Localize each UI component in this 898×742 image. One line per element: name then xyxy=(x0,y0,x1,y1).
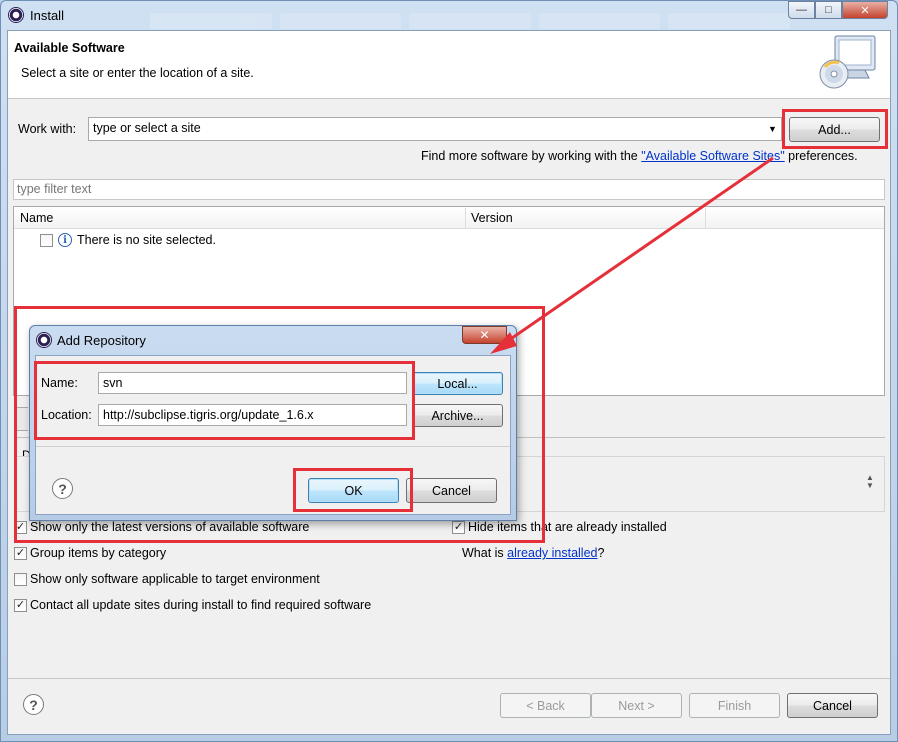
cancel-button[interactable]: Cancel xyxy=(787,693,878,718)
minimize-button[interactable]: — xyxy=(788,1,815,19)
header-banner xyxy=(8,31,890,99)
annotation-box-fields xyxy=(34,361,415,440)
maximize-button[interactable]: □ xyxy=(815,1,842,19)
column-header-name[interactable]: Name xyxy=(20,211,53,225)
page-title: Available Software xyxy=(14,41,125,55)
annotation-box-add xyxy=(782,109,888,149)
applicable-only-checkbox[interactable] xyxy=(14,572,27,586)
group-by-category-option[interactable]: ✓ Group items by category xyxy=(14,546,166,560)
applicable-only-option[interactable]: Show only software applicable to target … xyxy=(14,572,320,586)
details-scroll-spinner[interactable]: ▲ ▼ xyxy=(866,474,874,490)
window-titlebar: Install xyxy=(8,6,64,24)
group-by-category-label: Group items by category xyxy=(30,546,167,560)
find-more-prefix: Find more software by working with the xyxy=(421,149,642,163)
cd-monitor-icon xyxy=(819,35,876,89)
tree-header xyxy=(14,207,884,229)
find-more-text: Find more software by working with the "… xyxy=(421,149,858,163)
contact-all-sites-option[interactable]: ✓ Contact all update sites during instal… xyxy=(14,598,371,612)
next-button[interactable]: Next > xyxy=(591,693,682,718)
available-software-sites-link[interactable]: "Available Software Sites" xyxy=(641,149,784,163)
eclipse-icon xyxy=(8,7,24,23)
work-with-label: Work with: xyxy=(18,122,77,136)
window-title: Install xyxy=(30,7,64,23)
already-installed-link[interactable]: already installed xyxy=(507,546,597,560)
close-button[interactable]: ✕ xyxy=(842,1,888,19)
find-more-suffix: preferences. xyxy=(784,149,858,163)
tree-row-label: There is no site selected. xyxy=(77,233,216,247)
what-is-prefix: What is xyxy=(462,546,508,560)
annotation-box-ok xyxy=(293,468,413,512)
group-by-category-checkbox[interactable]: ✓ xyxy=(14,546,27,560)
what-is-suffix: ? xyxy=(597,546,605,560)
page-description: Select a site or enter the location of a… xyxy=(21,66,254,80)
chevron-down-icon[interactable]: ▼ xyxy=(768,124,777,134)
contact-all-sites-checkbox[interactable]: ✓ xyxy=(14,598,27,612)
tree-row-checkbox[interactable] xyxy=(40,233,53,247)
what-is-installed-text: What is already installed? xyxy=(462,546,604,560)
footer-separator xyxy=(8,678,890,679)
column-header-version[interactable]: Version xyxy=(471,211,513,225)
finish-button[interactable]: Finish xyxy=(689,693,780,718)
applicable-only-label: Show only software applicable to target … xyxy=(30,572,320,586)
help-icon[interactable]: ? xyxy=(23,694,44,715)
column-divider xyxy=(465,208,466,228)
background-editor-tabs xyxy=(150,13,790,29)
info-icon: i xyxy=(58,233,72,247)
back-button[interactable]: < Back xyxy=(500,693,591,718)
tree-row: i There is no site selected. xyxy=(40,233,216,247)
work-with-combo[interactable]: type or select a site xyxy=(88,117,782,141)
column-divider xyxy=(705,208,706,228)
window-controls: — □ ✕ xyxy=(788,1,888,19)
filter-input[interactable]: type filter text xyxy=(13,179,885,200)
contact-all-sites-label: Contact all update sites during install … xyxy=(30,598,372,612)
